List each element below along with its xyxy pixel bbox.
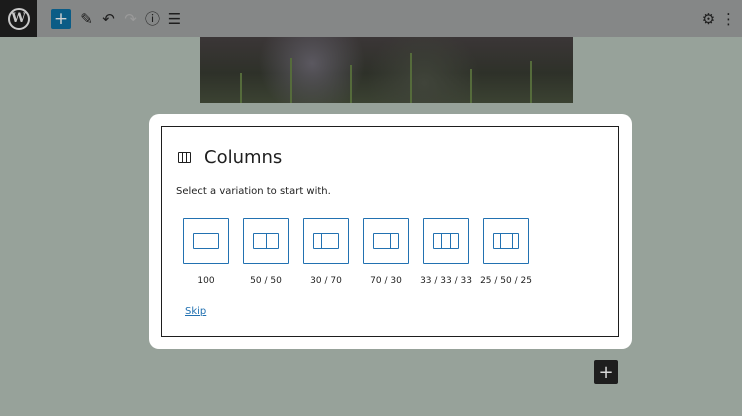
variation-label: 30 / 70 (310, 276, 342, 286)
variation-option: 70 / 30 (356, 218, 416, 286)
cover-image (200, 37, 573, 103)
settings-gear-icon[interactable]: ⚙ (698, 8, 719, 29)
undo-icon[interactable]: ↶ (98, 8, 119, 29)
skip-link[interactable]: Skip (185, 306, 206, 317)
variation-option: 25 / 50 / 25 (476, 218, 536, 286)
add-block-button[interactable]: + (51, 9, 71, 29)
variation-label: 25 / 50 / 25 (480, 276, 532, 286)
column-layout-icon (313, 233, 339, 249)
columns-block-modal: Columns Select a variation to start with… (149, 114, 632, 349)
variation-option: 50 / 50 (236, 218, 296, 286)
column-layout-icon (253, 233, 279, 249)
wordpress-logo-icon: W (7, 7, 30, 30)
variation-button[interactable] (303, 218, 349, 264)
placeholder-title: Columns (178, 147, 282, 168)
edit-tools-icon[interactable]: ✎ (76, 8, 97, 29)
column-layout-icon (493, 233, 519, 249)
variation-label: 100 (197, 276, 215, 286)
variation-picker: 100 50 / 50 30 / 70 70 / 30 33 / 33 / 33 25 /… (176, 218, 536, 286)
column-layout-icon (373, 233, 399, 249)
placeholder-title-text: Columns (204, 147, 283, 168)
placeholder-instructions: Select a variation to start with. (176, 186, 331, 197)
variation-option: 100 (176, 218, 236, 286)
list-view-icon[interactable]: ☰ (164, 8, 185, 29)
variation-button[interactable] (363, 218, 409, 264)
wordpress-logo-button[interactable]: W (0, 0, 37, 37)
variation-button[interactable] (483, 218, 529, 264)
variation-button[interactable] (243, 218, 289, 264)
variation-label: 33 / 33 / 33 (420, 276, 472, 286)
top-toolbar: W + ✎ ↶ ↷ ⓘ ☰ ⚙ ⋮ (0, 0, 742, 37)
redo-icon[interactable]: ↷ (120, 8, 141, 29)
columns-placeholder: Columns Select a variation to start with… (161, 126, 619, 337)
variation-button[interactable] (423, 218, 469, 264)
variation-label: 50 / 50 (250, 276, 282, 286)
variation-label: 70 / 30 (370, 276, 402, 286)
column-layout-icon (193, 233, 219, 249)
columns-icon (178, 152, 191, 163)
variation-option: 33 / 33 / 33 (416, 218, 476, 286)
info-icon[interactable]: ⓘ (142, 8, 163, 29)
column-layout-icon (433, 233, 459, 249)
block-inserter-button[interactable]: + (594, 360, 618, 384)
variation-option: 30 / 70 (296, 218, 356, 286)
more-options-icon[interactable]: ⋮ (718, 8, 739, 29)
variation-button[interactable] (183, 218, 229, 264)
